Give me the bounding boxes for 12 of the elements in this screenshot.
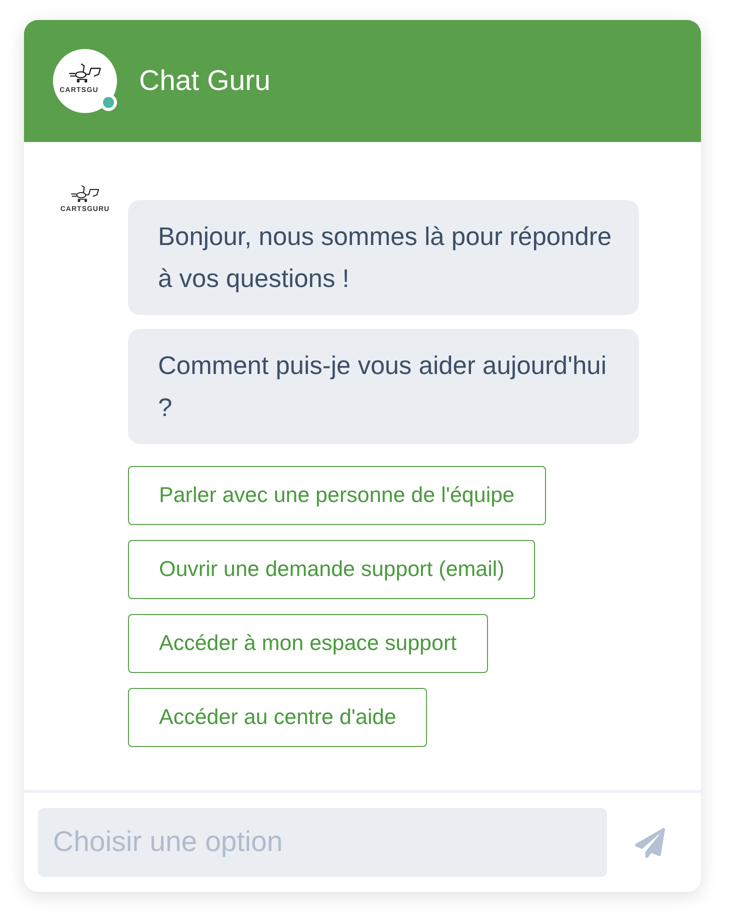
- message-bubble: Bonjour, nous sommes là pour répondre à vos questions !: [128, 200, 639, 315]
- cart-logo-icon: [70, 185, 100, 203]
- cart-logo-icon: [68, 63, 102, 84]
- send-button[interactable]: [635, 828, 665, 858]
- message-input[interactable]: Choisir une option: [38, 808, 607, 877]
- message-bubble: Comment puis-je vous aider aujourd'hui ?: [128, 329, 639, 444]
- quick-reply-button[interactable]: Ouvrir une demande support (email): [128, 540, 536, 599]
- quick-reply-button[interactable]: Accéder au centre d'aide: [128, 688, 428, 747]
- quick-reply-button[interactable]: Accéder à mon espace support: [128, 614, 488, 673]
- send-icon: [635, 828, 665, 858]
- chat-title: Chat Guru: [139, 64, 270, 98]
- quick-reply-button[interactable]: Parler avec une personne de l'équipe: [128, 466, 546, 525]
